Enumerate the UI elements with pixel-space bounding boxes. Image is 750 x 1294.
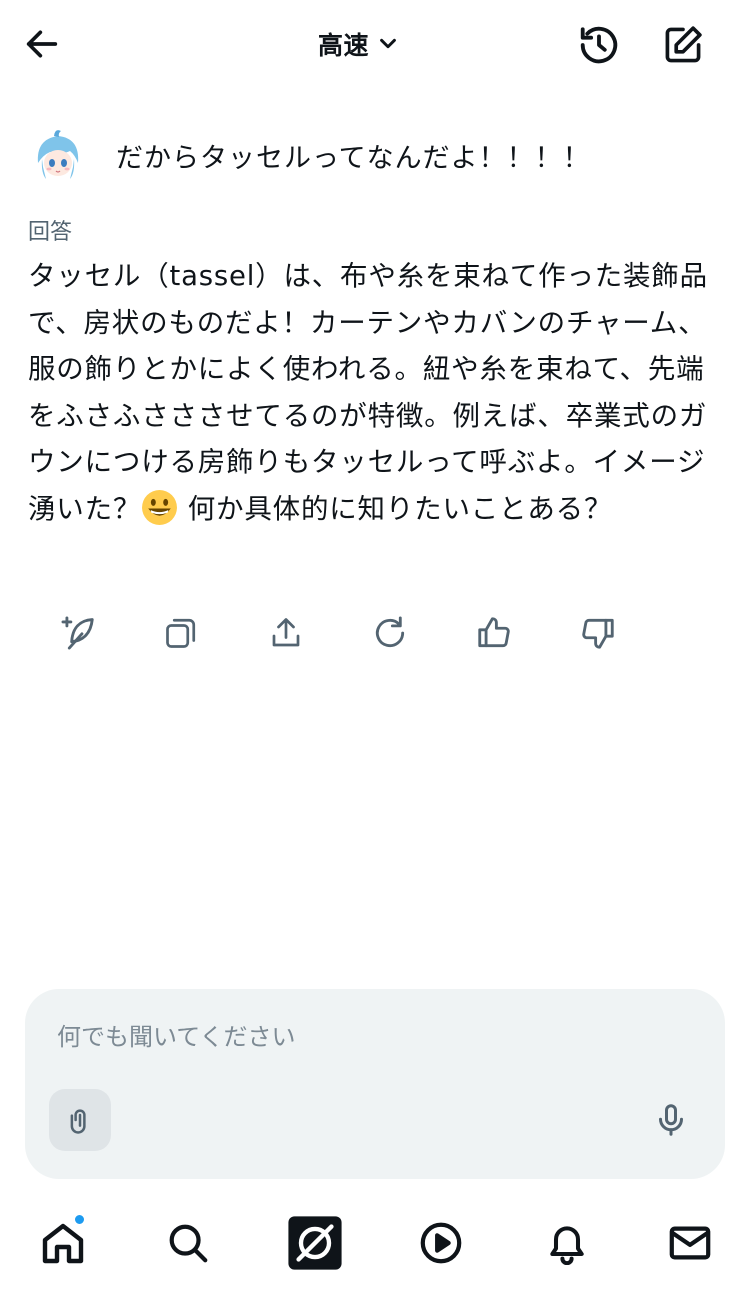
user-message-text: だからタッセルってなんだよ！！！！	[116, 142, 591, 174]
mode-label: 高速	[318, 31, 370, 60]
grok-icon	[288, 1216, 342, 1270]
bell-icon	[550, 1226, 584, 1265]
refresh-button[interactable]	[363, 606, 417, 660]
nav-video[interactable]	[410, 1212, 472, 1274]
thumbs-down-button[interactable]	[571, 606, 625, 660]
message-composer	[25, 989, 725, 1179]
copy-icon	[166, 618, 196, 648]
thumbs-down-icon	[582, 618, 614, 649]
nav-search[interactable]	[157, 1212, 219, 1274]
user-message: だからタッセルってなんだよ！！！！	[28, 120, 722, 190]
share-icon	[272, 618, 300, 647]
answer-text: タッセル（tassel）は、布や糸を束ねて作った装飾品で、房状のものだよ！カーテ…	[28, 253, 728, 532]
top-bar: 高速	[0, 0, 750, 90]
refresh-icon	[375, 616, 405, 648]
nav-messages[interactable]	[659, 1212, 721, 1274]
regenerate-sparkle-icon	[61, 616, 94, 650]
history-button[interactable]	[570, 16, 628, 74]
attach-button[interactable]	[49, 1089, 111, 1151]
mode-selector[interactable]: 高速	[318, 22, 399, 66]
chevron-down-icon	[380, 38, 396, 49]
regenerate-button[interactable]	[51, 606, 105, 660]
mail-icon	[669, 1226, 711, 1260]
thumbs-up-icon	[478, 617, 510, 648]
bottom-navigation	[0, 1200, 750, 1294]
paperclip-icon	[70, 1109, 86, 1134]
share-button[interactable]	[259, 606, 313, 660]
notification-dot	[74, 1214, 85, 1225]
nav-grok[interactable]	[284, 1212, 346, 1274]
microphone-icon	[659, 1104, 683, 1136]
answer-label: 回答	[28, 220, 73, 245]
search-icon	[169, 1224, 208, 1263]
thumbs-up-button[interactable]	[467, 606, 521, 660]
home-icon	[42, 1223, 84, 1264]
back-button[interactable]	[14, 16, 70, 72]
back-arrow-icon	[26, 30, 58, 58]
history-icon	[580, 26, 618, 64]
answer-text-tail: 何か具体的に知りたいことある？	[178, 492, 613, 525]
voice-input-button[interactable]	[641, 1089, 701, 1151]
play-icon	[420, 1222, 462, 1264]
nav-notifications[interactable]	[536, 1212, 598, 1274]
avatar	[28, 125, 88, 185]
grinning-face-emoji	[142, 489, 178, 525]
compose-icon	[665, 26, 702, 63]
new-chat-button[interactable]	[654, 16, 712, 74]
message-input[interactable]	[57, 1017, 657, 1057]
answer-text-main: タッセル（tassel）は、布や糸を束ねて作った装飾品で、房状のものだよ！カーテ…	[28, 260, 708, 525]
copy-button[interactable]	[154, 606, 208, 660]
